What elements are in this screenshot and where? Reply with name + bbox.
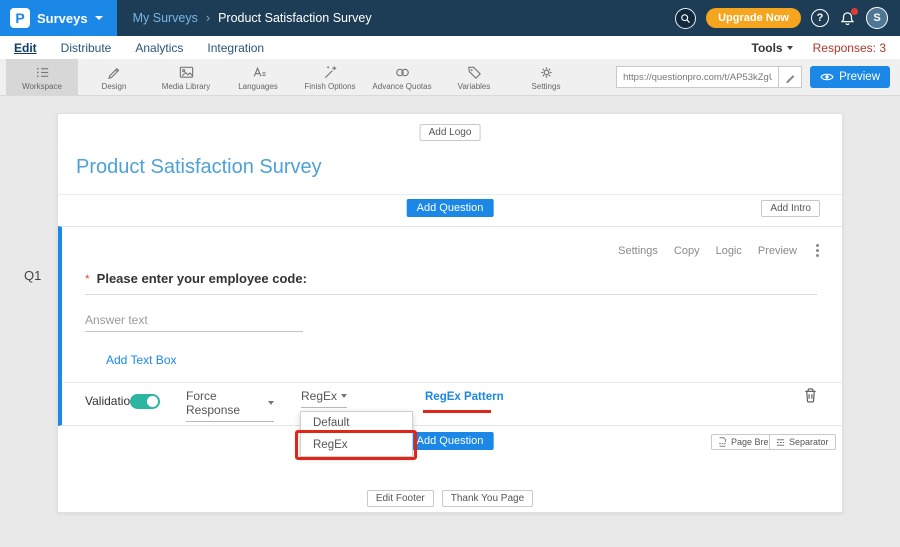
variables-icon: [466, 63, 483, 81]
breadcrumb-my-surveys[interactable]: My Surveys: [133, 11, 198, 25]
top-bar: P Surveys My Surveys › Product Satisfact…: [0, 0, 900, 36]
survey-canvas: Add Logo Product Satisfaction Survey Add…: [57, 113, 843, 513]
languages-icon: [250, 63, 267, 81]
search-button[interactable]: [675, 8, 696, 29]
help-button[interactable]: ?: [811, 9, 829, 27]
preview-label: Preview: [839, 71, 880, 83]
menu-option-regex[interactable]: RegEx: [301, 434, 412, 456]
add-intro-button[interactable]: Add Intro: [761, 200, 820, 217]
question-copy-link[interactable]: Copy: [674, 245, 700, 257]
page-break-icon: [718, 437, 727, 447]
notification-badge: [851, 8, 858, 15]
validation-type-label: RegEx: [301, 389, 337, 403]
advance-quotas-icon: [394, 63, 411, 81]
surveys-menu[interactable]: P Surveys: [0, 0, 117, 36]
toolbar-item-variables[interactable]: Variables: [438, 59, 510, 95]
question-settings-link[interactable]: Settings: [618, 245, 658, 257]
notifications-button[interactable]: [839, 10, 856, 27]
regex-pattern-link[interactable]: RegEx Pattern: [425, 391, 504, 403]
chevron-down-icon: [95, 16, 103, 20]
add-question-button-top[interactable]: Add Question: [407, 199, 494, 217]
answer-text-input[interactable]: [85, 309, 303, 332]
edit-url-button[interactable]: [778, 66, 802, 88]
section-nav: Edit Distribute Analytics Integration To…: [0, 36, 900, 59]
trash-icon: [803, 387, 818, 404]
responses-count[interactable]: Responses: 3: [813, 41, 886, 55]
tab-distribute[interactable]: Distribute: [61, 41, 112, 55]
toolbar-item-finish-options[interactable]: Finish Options: [294, 59, 366, 95]
tools-menu[interactable]: Tools: [752, 41, 793, 55]
separator-button[interactable]: Separator: [769, 434, 836, 450]
workspace-icon: [34, 63, 51, 81]
question-number: Q1: [24, 268, 41, 283]
breadcrumb-current-survey: Product Satisfaction Survey: [218, 11, 372, 25]
title-divider: [58, 194, 842, 195]
editor-toolbar: Workspace Design Media Library Languages…: [0, 59, 900, 96]
question-text[interactable]: Please enter your employee code:: [97, 271, 307, 286]
edit-footer-button[interactable]: Edit Footer: [367, 490, 434, 507]
search-icon: [679, 12, 692, 25]
add-question-button-bottom[interactable]: Add Question: [407, 432, 494, 450]
tab-analytics[interactable]: Analytics: [135, 41, 183, 55]
breadcrumb: My Surveys › Product Satisfaction Survey: [133, 11, 372, 25]
add-text-box-link[interactable]: Add Text Box: [106, 353, 177, 367]
eye-icon: [820, 72, 834, 82]
card-footer: Edit Footer Thank You Page: [58, 490, 842, 507]
add-logo-button[interactable]: Add Logo: [420, 124, 481, 141]
force-response-dropdown[interactable]: Force Response: [186, 389, 274, 422]
thank-you-page-button[interactable]: Thank You Page: [442, 490, 533, 507]
question-actions: Settings Copy Logic Preview: [618, 243, 822, 258]
validation-type-dropdown[interactable]: RegEx: [301, 389, 347, 408]
design-icon: [106, 63, 123, 81]
menu-option-default[interactable]: Default: [301, 412, 412, 434]
validation-divider: [62, 382, 842, 383]
delete-question-button[interactable]: [803, 387, 818, 409]
chevron-down-icon: [268, 401, 274, 405]
survey-url-input[interactable]: [616, 66, 778, 88]
toolbar-item-media-library[interactable]: Media Library: [150, 59, 222, 95]
question-logic-link[interactable]: Logic: [716, 245, 742, 257]
upgrade-now-button[interactable]: Upgrade Now: [706, 8, 801, 28]
toolbar-item-settings[interactable]: Settings: [510, 59, 582, 95]
chevron-down-icon: [787, 46, 793, 50]
user-avatar[interactable]: S: [866, 7, 888, 29]
validation-type-menu: Default RegEx: [300, 411, 413, 457]
tab-edit[interactable]: Edit: [14, 41, 37, 55]
question-text-row: * Please enter your employee code:: [85, 271, 307, 286]
validation-toggle[interactable]: [130, 394, 160, 409]
force-response-label: Force Response: [186, 389, 268, 417]
separator-icon: [776, 438, 785, 447]
toolbar-item-advance-quotas[interactable]: Advance Quotas: [366, 59, 438, 95]
toolbar-item-design[interactable]: Design: [78, 59, 150, 95]
surveys-menu-label: Surveys: [37, 11, 88, 26]
toolbar-item-languages[interactable]: Languages: [222, 59, 294, 95]
finish-options-icon: [322, 63, 339, 81]
toolbar-item-workspace[interactable]: Workspace: [6, 59, 78, 95]
chevron-down-icon: [341, 394, 347, 398]
questionpro-logo: P: [10, 8, 30, 28]
question-preview-link[interactable]: Preview: [758, 245, 797, 257]
topbar-actions: Upgrade Now ? S: [675, 7, 900, 29]
tab-integration[interactable]: Integration: [207, 41, 264, 55]
question-underline: [85, 294, 817, 295]
breadcrumb-separator: ›: [206, 11, 210, 25]
settings-icon: [538, 63, 555, 81]
question-block: Settings Copy Logic Preview * Please ent…: [58, 226, 842, 426]
required-asterisk: *: [85, 272, 90, 286]
pencil-icon: [784, 71, 797, 84]
tools-label: Tools: [752, 41, 783, 55]
media-library-icon: [178, 63, 195, 81]
survey-title[interactable]: Product Satisfaction Survey: [76, 156, 322, 179]
preview-button[interactable]: Preview: [810, 66, 890, 88]
survey-url-group: [616, 66, 802, 88]
more-options-icon[interactable]: [813, 243, 822, 258]
